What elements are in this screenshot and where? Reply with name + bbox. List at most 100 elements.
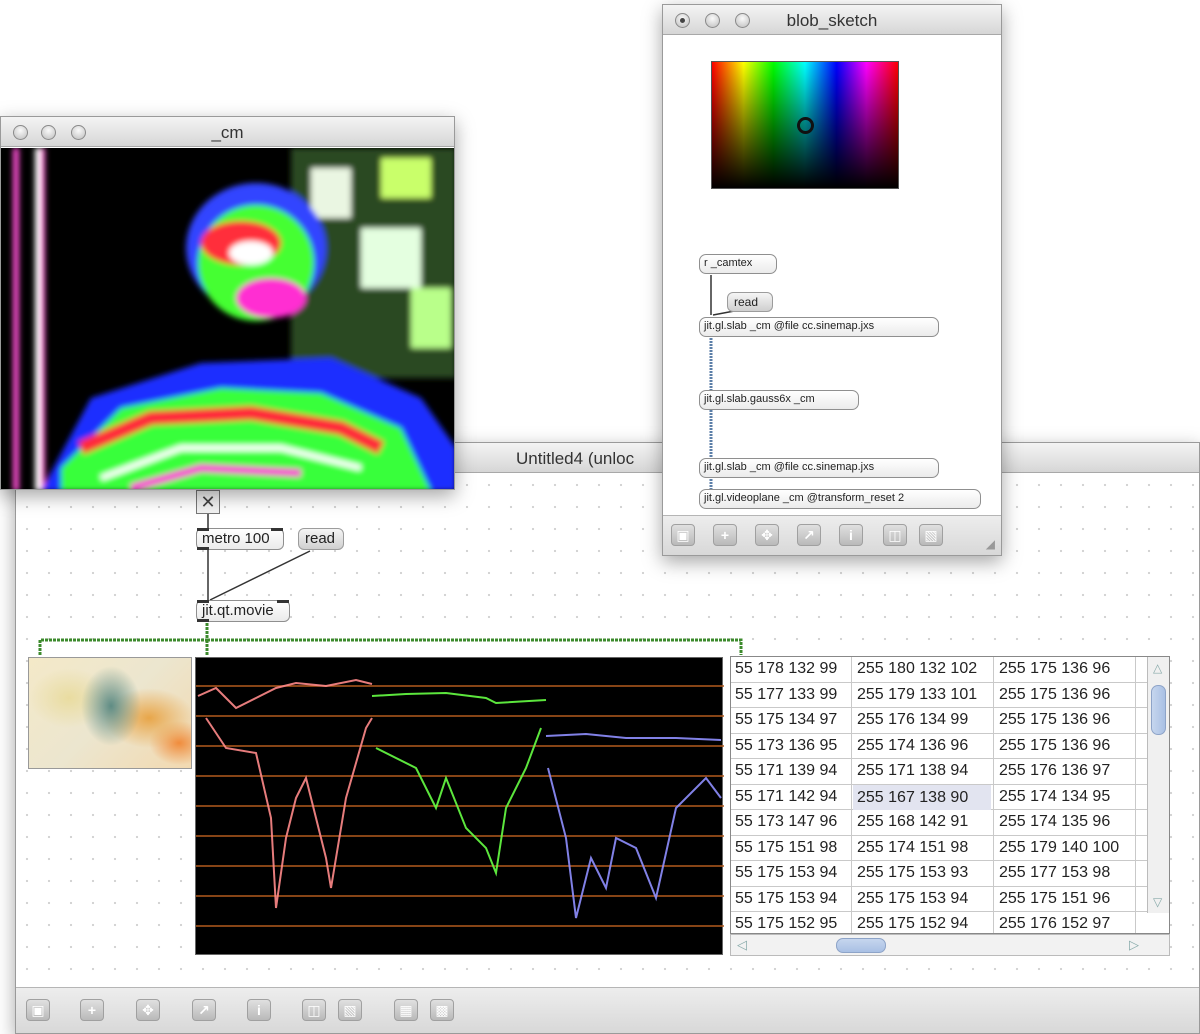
cm-video-window: _cm [0, 116, 455, 490]
matrix-cell[interactable]: 255 167 138 90 [853, 784, 991, 810]
hscroll-thumb[interactable] [836, 938, 886, 953]
matrix-row: 55 173 147 96 255 168 142 91 255 174 135 9… [731, 810, 1151, 836]
layers-icon[interactable]: ▧ [338, 999, 362, 1021]
lock-icon[interactable]: ▣ [671, 524, 695, 546]
psychedelic-render [1, 148, 454, 489]
matrix-cell[interactable]: 55 175 151 98 [735, 839, 837, 857]
cm-titlebar[interactable]: _cm [1, 117, 454, 147]
matrix-cell[interactable]: 55 175 153 94 [735, 864, 837, 882]
slab-sinemap-object-2[interactable]: jit.gl.slab _cm @file cc.sinemap.jxs [699, 458, 939, 478]
matrix-cell[interactable]: 255 177 153 98 [999, 864, 1110, 882]
window-title: blob_sketch [786, 11, 878, 30]
matrix-cell[interactable]: 55 171 142 94 [735, 788, 837, 806]
scroll-up-icon[interactable]: △ [1153, 661, 1162, 675]
matrix-cell[interactable]: 55 175 152 95 [735, 915, 837, 933]
receive-label: r _camtex [704, 257, 753, 269]
matrix-cell[interactable]: 55 171 139 94 [735, 762, 837, 780]
graph-icon[interactable]: ↗ [797, 524, 821, 546]
matrix-cell[interactable]: 255 176 136 97 [999, 762, 1110, 780]
move-icon[interactable]: ✥ [755, 524, 779, 546]
matrix-cell[interactable]: 255 174 135 96 [999, 813, 1110, 831]
read-label: read [305, 530, 336, 547]
matrix-cellblock[interactable]: 55 178 132 99 255 180 132 102 255 175 136 … [730, 656, 1170, 934]
info-icon[interactable]: i [839, 524, 863, 546]
window-icon[interactable]: ◫ [302, 999, 326, 1021]
matrix-cell[interactable]: 255 175 151 96 [999, 890, 1110, 908]
matrix-row: 55 175 151 98 255 174 151 98 255 179 140 1… [731, 836, 1151, 861]
slab1-label: jit.gl.slab _cm @file cc.sinemap.jxs [704, 320, 875, 332]
matrix-row: 55 171 142 94 255 167 138 90 255 174 134 9… [731, 784, 1151, 810]
matrix-cell[interactable]: 255 175 152 94 [857, 915, 968, 933]
jit-qt-movie-object[interactable]: jit.qt.movie [196, 600, 290, 622]
move-icon[interactable]: ✥ [136, 999, 160, 1021]
matrix-cell[interactable]: 255 171 138 94 [857, 762, 968, 780]
lock-icon[interactable]: ▣ [26, 999, 50, 1021]
blob-titlebar[interactable]: blob_sketch [663, 5, 1001, 35]
matrix-cell[interactable]: 55 177 133 99 [735, 686, 837, 704]
rgb-waveform-scope [195, 657, 724, 955]
matrix-cell[interactable]: 255 179 133 101 [857, 686, 977, 704]
receive-camtex-object[interactable]: r _camtex [699, 254, 777, 274]
scroll-left-icon[interactable]: ◁ [737, 937, 747, 953]
add-icon[interactable]: + [80, 999, 104, 1021]
matrix-row: 55 178 132 99 255 180 132 102 255 175 136 … [731, 657, 1151, 683]
matrix-cell[interactable]: 55 175 134 97 [735, 711, 837, 729]
window-title: _cm [211, 123, 244, 142]
vertical-scrollbar[interactable]: △ ▽ [1147, 657, 1169, 913]
video-thumbnail [28, 657, 192, 769]
graph-icon[interactable]: ↗ [192, 999, 216, 1021]
layers-icon[interactable]: ▧ [919, 524, 943, 546]
matrix-cell[interactable]: 255 168 142 91 [857, 813, 968, 831]
matrix-cell[interactable]: 255 174 136 96 [857, 737, 968, 755]
matrix-row: 55 173 136 95 255 174 136 96 255 175 136 9… [731, 734, 1151, 759]
matrix-cell[interactable]: 255 175 136 96 [999, 686, 1110, 704]
matrix-cell[interactable]: 255 180 132 102 [857, 660, 977, 678]
color-picker[interactable] [711, 61, 899, 189]
matrix-row: 55 175 153 94 255 175 153 93 255 177 153 9… [731, 861, 1151, 887]
info-icon[interactable]: i [247, 999, 271, 1021]
matrix-cell[interactable]: 55 175 153 94 [735, 890, 837, 908]
resize-grip-icon[interactable]: ◢ [986, 537, 995, 551]
matrix-cell[interactable]: 55 173 136 95 [735, 737, 837, 755]
matrix-cell[interactable]: 55 178 132 99 [735, 660, 837, 678]
window-icon[interactable]: ◫ [883, 524, 907, 546]
blob-sketch-window: blob_sketch r _camtex read jit.gl.slab _… [662, 4, 1002, 556]
snap-icon[interactable]: ▩ [430, 999, 454, 1021]
matrix-cell[interactable]: 255 175 153 94 [857, 890, 968, 908]
matrix-row: 55 171 139 94 255 171 138 94 255 176 136 9… [731, 759, 1151, 785]
grid-icon[interactable]: ▦ [394, 999, 418, 1021]
gl-render-view [1, 148, 454, 489]
patcher-toolbar: ▣ + ✥ ↗ i ◫ ▧ ▦ ▩ [16, 987, 1199, 1033]
color-picker-handle[interactable] [797, 117, 814, 134]
matrix-row: 55 175 152 95 255 175 152 94 255 176 152 9… [731, 912, 1151, 933]
horizontal-scrollbar[interactable]: ◁ ▷ [730, 934, 1170, 956]
matrix-cell[interactable]: 255 175 136 96 [999, 737, 1110, 755]
blob-read-message[interactable]: read [727, 292, 773, 312]
slab-sinemap-object-1[interactable]: jit.gl.slab _cm @file cc.sinemap.jxs [699, 317, 939, 337]
matrix-cell[interactable]: 255 174 151 98 [857, 839, 968, 857]
metro-label: metro 100 [202, 530, 270, 547]
window-title: Untitled4 (unloc [516, 449, 635, 468]
scope-plot [196, 678, 724, 927]
matrix-cell[interactable]: 255 175 136 96 [999, 711, 1110, 729]
read-message[interactable]: read [298, 528, 344, 550]
matrix-cell[interactable]: 255 176 134 99 [857, 711, 968, 729]
blob-read-label: read [734, 295, 759, 309]
slab-gauss-object[interactable]: jit.gl.slab.gauss6x _cm [699, 390, 859, 410]
scroll-thumb[interactable] [1151, 685, 1166, 735]
gauss-label: jit.gl.slab.gauss6x _cm [704, 393, 815, 405]
matrix-cell[interactable]: 255 176 152 97 [999, 915, 1110, 933]
matrix-cell[interactable]: 255 174 134 95 [999, 788, 1110, 806]
toggle-button[interactable]: ✕ [196, 490, 220, 514]
matrix-cell[interactable]: 255 179 140 100 [999, 839, 1119, 857]
metro-object[interactable]: metro 100 [196, 528, 284, 550]
matrix-cell[interactable]: 255 175 153 93 [857, 864, 968, 882]
matrix-cell[interactable]: 55 173 147 96 [735, 813, 837, 831]
matrix-cell[interactable]: 255 175 136 96 [999, 660, 1110, 678]
add-icon[interactable]: + [713, 524, 737, 546]
matrix-row: 55 175 134 97 255 176 134 99 255 175 136 9… [731, 708, 1151, 734]
scroll-down-icon[interactable]: ▽ [1153, 895, 1162, 909]
scroll-right-icon[interactable]: ▷ [1129, 937, 1139, 953]
matrix-row: 55 177 133 99 255 179 133 101 255 175 136 … [731, 683, 1151, 708]
videoplane-object[interactable]: jit.gl.videoplane _cm @transform_reset 2 [699, 489, 981, 509]
